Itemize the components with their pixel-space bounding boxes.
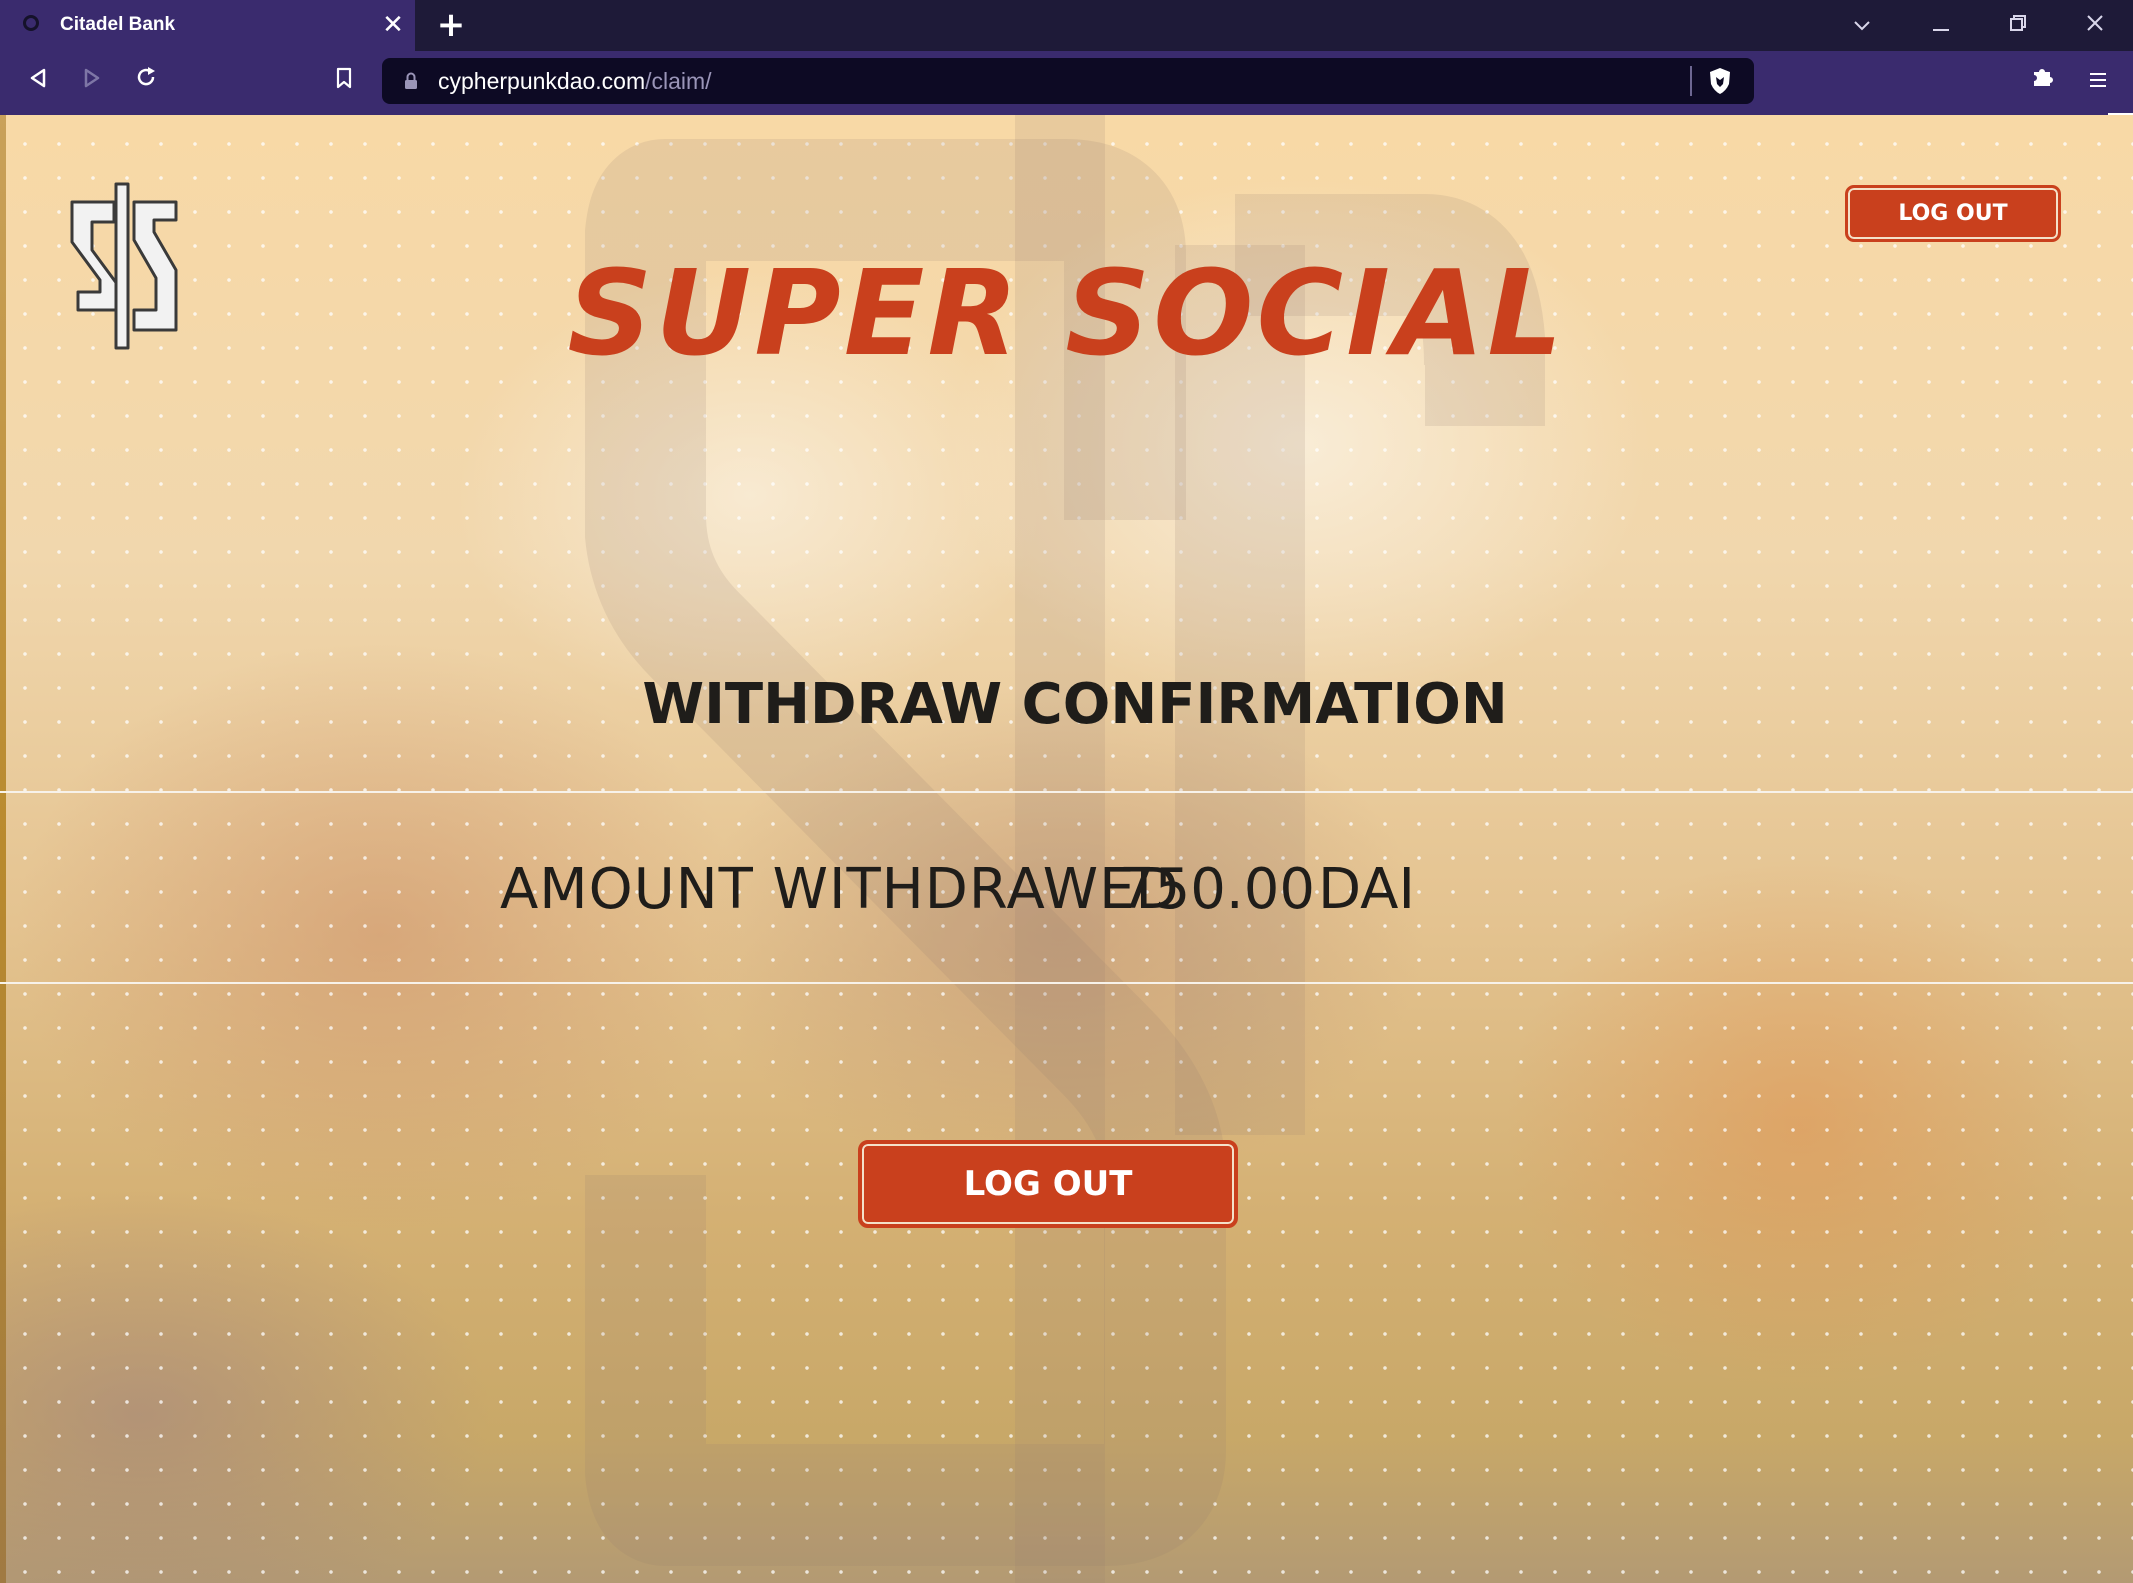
amount-value: 750.00 [1119, 857, 1315, 922]
tab-close-icon[interactable]: ✕ [380, 10, 406, 40]
new-tab-plus-icon[interactable]: + [436, 8, 466, 42]
browser-tab[interactable]: Citadel Bank ✕ [0, 0, 415, 51]
divider-top [0, 791, 2133, 793]
favicon-icon [23, 15, 39, 31]
url-path: /claim/ [645, 68, 712, 94]
brave-shield-icon[interactable] [1707, 67, 1733, 95]
bookmark-icon[interactable] [324, 61, 364, 101]
address-bar[interactable]: cypherpunkdao.com/claim/ [382, 58, 1754, 104]
url-text: cypherpunkdao.com/claim/ [438, 68, 712, 95]
header-logout-button[interactable]: LOG OUT [1845, 185, 2061, 242]
browser-toolbar: cypherpunkdao.com/claim/ [0, 51, 2133, 115]
lock-icon [404, 72, 418, 90]
back-icon[interactable] [18, 61, 58, 101]
withdraw-confirmation-heading: WITHDRAW CONFIRMATION [642, 672, 1508, 737]
minimize-icon[interactable] [1903, 0, 1979, 51]
close-window-icon[interactable] [2057, 0, 2133, 51]
extensions-puzzle-icon[interactable] [2022, 61, 2062, 101]
amount-label: AMOUNT WITHDRAWED [500, 857, 1180, 922]
tab-list-chevron-icon[interactable] [1824, 0, 1900, 51]
logout-button[interactable]: LOG OUT [858, 1140, 1238, 1228]
url-host: cypherpunkdao.com [438, 68, 646, 94]
divider-bottom [0, 982, 2133, 984]
restore-icon[interactable] [1980, 0, 2056, 51]
brand-title: SUPER SOCIAL [567, 244, 1566, 382]
address-bar-divider [1690, 66, 1692, 96]
forward-icon[interactable] [72, 61, 112, 101]
reload-icon[interactable] [126, 61, 166, 101]
menu-icon[interactable] [2078, 61, 2118, 101]
claim-page: LOG OUT SUPER SOCIAL WITHDRAW CONFIRMATI… [0, 115, 2133, 1583]
tab-title: Citadel Bank [60, 14, 176, 35]
amount-currency: DAI [1318, 857, 1415, 922]
browser-tab-strip: Citadel Bank ✕ + [0, 0, 2133, 51]
